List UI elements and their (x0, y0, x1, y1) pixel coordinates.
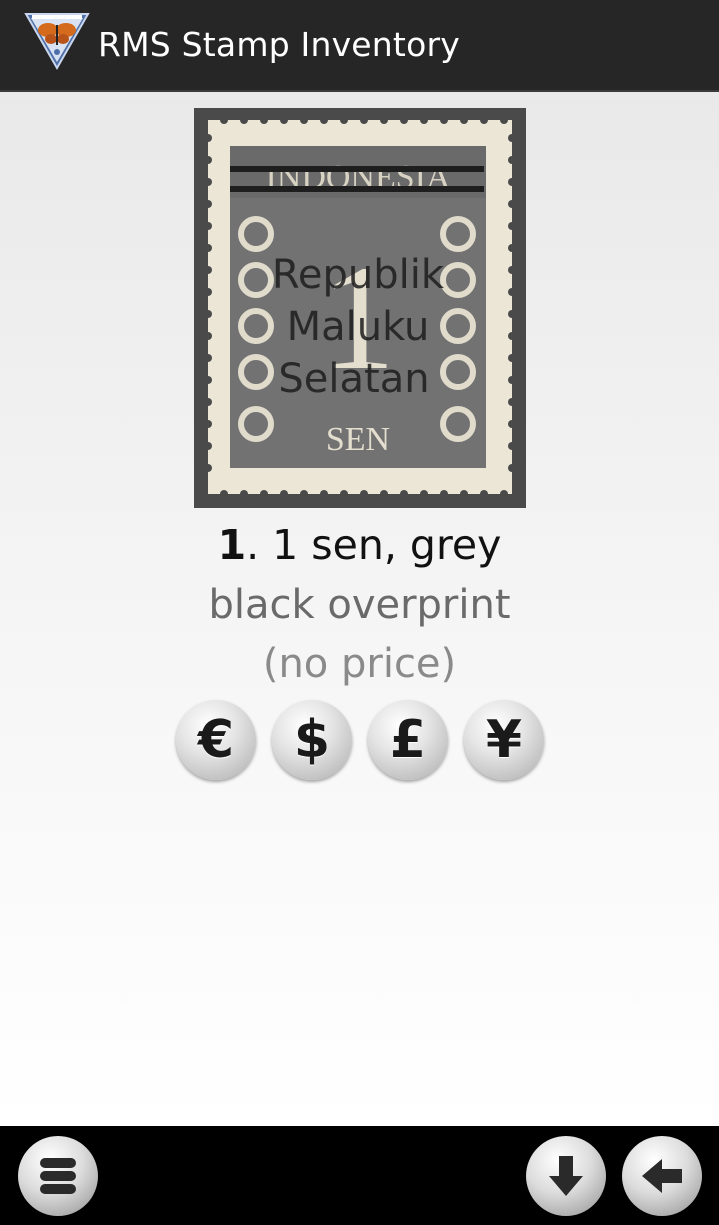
bottom-bar (0, 1126, 719, 1225)
currency-buttons: € $ £ ¥ (176, 700, 544, 782)
stamp-number: 1 (217, 521, 247, 569)
yen-button[interactable]: ¥ (464, 700, 544, 780)
euro-button[interactable]: € (176, 700, 256, 780)
stamp-title: 1. 1 sen, grey (0, 520, 719, 570)
euro-icon: € (197, 710, 235, 770)
butterfly-logo-icon[interactable] (24, 12, 90, 71)
stamp-title-text: . 1 sen, grey (246, 521, 502, 569)
pound-button[interactable]: £ (368, 700, 448, 780)
pound-icon: £ (389, 710, 427, 770)
arrow-left-icon (642, 1159, 682, 1193)
back-button[interactable] (622, 1136, 702, 1216)
overprint-line-3: Selatan (278, 356, 429, 402)
menu-stack-icon (40, 1158, 76, 1194)
menu-button[interactable] (18, 1136, 98, 1216)
arrow-down-icon (549, 1156, 583, 1196)
dollar-icon: $ (293, 710, 331, 770)
yen-icon: ¥ (485, 710, 523, 770)
stamp-image[interactable]: INDONESIA 1 SEN Republik Maluku Selatan (194, 108, 526, 508)
action-bar: RMS Stamp Inventory (0, 0, 719, 92)
overprint-line-2: Maluku (287, 304, 430, 350)
download-button[interactable] (526, 1136, 606, 1216)
stamp-price: (no price) (262, 641, 457, 687)
stamp-value-unit: SEN (326, 421, 390, 458)
stamp-subtitle: black overprint (208, 582, 511, 628)
stamp-detail: INDONESIA 1 SEN Republik Maluku Selatan (0, 92, 719, 1126)
overprint-line-1: Republik (272, 252, 445, 298)
app-title: RMS Stamp Inventory (98, 25, 460, 64)
dollar-button[interactable]: $ (272, 700, 352, 780)
